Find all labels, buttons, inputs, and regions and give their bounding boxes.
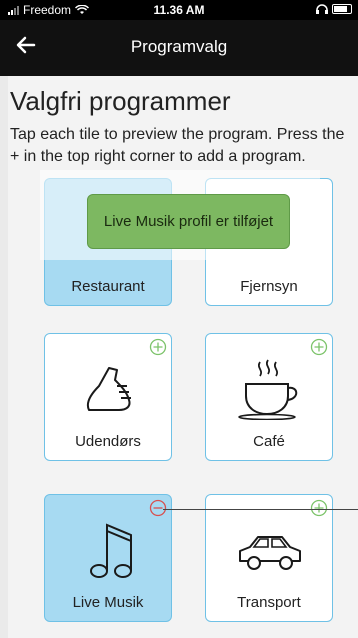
page-description: Tap each tile to preview the program. Pr… xyxy=(10,126,345,165)
tile-label: Udendørs xyxy=(75,433,141,450)
remove-icon[interactable] xyxy=(149,499,167,517)
add-icon[interactable] xyxy=(310,499,328,517)
navigation-bar: Programvalg xyxy=(0,20,358,76)
tile-label: Transport xyxy=(237,594,301,611)
tile-label: Fjernsyn xyxy=(240,278,298,295)
status-time: 11.36 AM xyxy=(153,3,205,17)
status-bar: Freedom 11.36 AM xyxy=(0,0,358,20)
battery-icon xyxy=(332,4,352,14)
car-icon xyxy=(239,536,301,570)
add-icon[interactable] xyxy=(149,338,167,356)
toast-message: Live Musik profil er tilføjet xyxy=(103,213,274,230)
headphones-icon xyxy=(316,4,328,14)
tile-transport[interactable]: Transport xyxy=(205,494,333,622)
music-note-icon xyxy=(90,523,132,578)
tile-label: Restaurant xyxy=(71,278,145,295)
page-heading: Valgfri programmer xyxy=(10,86,231,116)
status-right xyxy=(316,4,352,14)
toast-notification: Live Musik profil er tilføjet xyxy=(87,194,290,249)
left-edge xyxy=(0,76,8,638)
pointer-line xyxy=(163,509,358,510)
coffee-cup-icon xyxy=(238,359,298,420)
tile-live-musik[interactable]: Live Musik xyxy=(44,494,172,622)
running-shoe-icon xyxy=(87,367,131,411)
tile-label: Live Musik xyxy=(72,594,144,611)
nav-title: Programvalg xyxy=(130,37,228,56)
tile-label: Café xyxy=(253,433,285,450)
tile-udendors[interactable]: Udendørs xyxy=(44,333,172,461)
add-icon[interactable] xyxy=(310,338,328,356)
tile-cafe[interactable]: Café xyxy=(205,333,333,461)
